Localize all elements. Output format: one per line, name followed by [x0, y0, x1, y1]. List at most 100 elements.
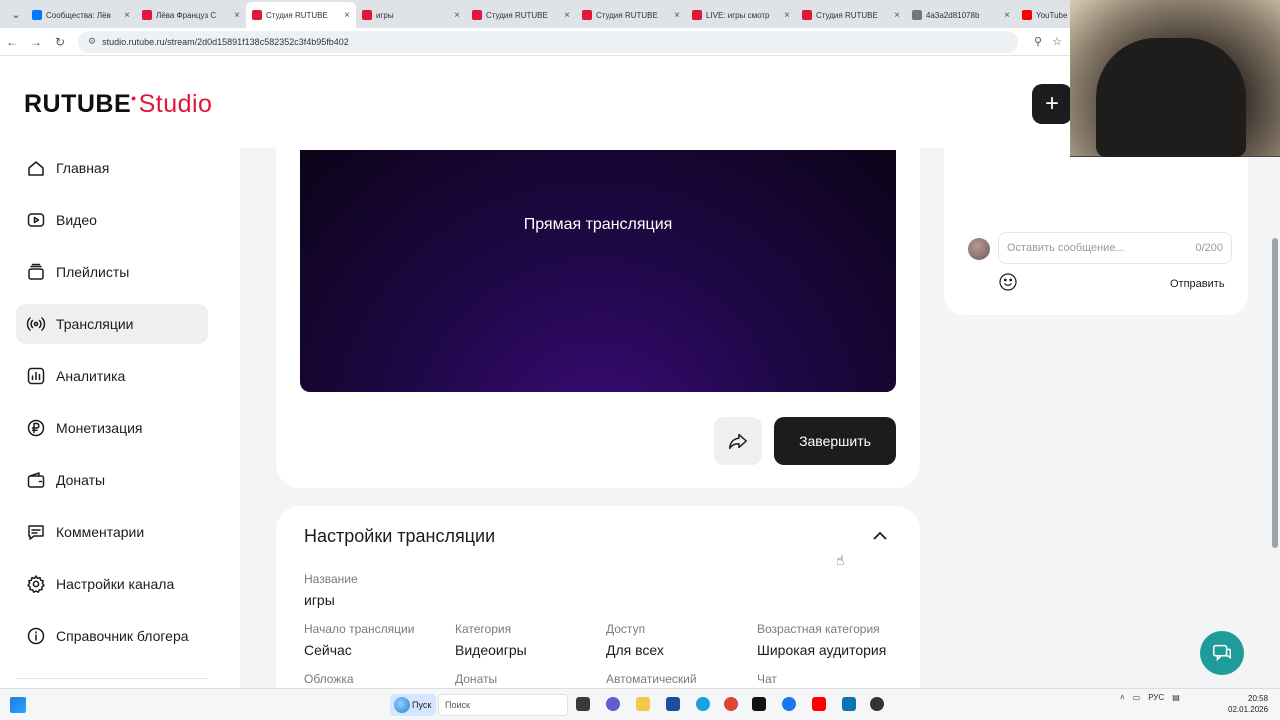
chat-message-input[interactable]: Оставить сообщение... 0/200: [998, 232, 1232, 264]
taskbar-search[interactable]: Поиск: [438, 694, 568, 716]
tab-close-icon[interactable]: ×: [124, 10, 130, 21]
tab-title: Сообщества: Лёв: [46, 10, 111, 20]
sidebar-item-comment[interactable]: Комментарии: [16, 512, 208, 552]
settings-field: Категория Видеоигры: [455, 622, 527, 658]
sidebar-item-analytics[interactable]: Аналитика: [16, 356, 208, 396]
facebook-icon[interactable]: [782, 697, 796, 711]
browser-tab[interactable]: Студия RUTUBE ×: [796, 2, 906, 28]
browser-tab[interactable]: Сообщества: Лёв ×: [26, 2, 136, 28]
sidebar-item-label: Видео: [56, 212, 97, 228]
field-value[interactable]: Широкая аудитория: [757, 642, 886, 658]
send-button[interactable]: Отправить: [1170, 278, 1225, 290]
zoom-icon[interactable]: ⚲: [1034, 35, 1042, 48]
create-button[interactable]: +: [1032, 84, 1072, 124]
reload-icon[interactable]: ↻: [48, 35, 72, 49]
tab-close-icon[interactable]: ×: [564, 10, 570, 21]
tray-chevron-icon[interactable]: ˄: [1120, 693, 1125, 702]
tab-favicon-icon: [692, 10, 702, 20]
browser-tab[interactable]: Студия RUTUBE ×: [576, 2, 686, 28]
tab-close-icon[interactable]: ×: [784, 10, 790, 21]
tab-favicon-icon: [912, 10, 922, 20]
store-icon[interactable]: [666, 697, 680, 711]
chevron-up-icon[interactable]: [870, 526, 890, 546]
clock-date: 02.01.2026: [1228, 705, 1269, 714]
field-label: Категория: [455, 622, 512, 636]
browser-tab[interactable]: LIVE: игры смотр ×: [686, 2, 796, 28]
bookmark-star-icon[interactable]: ☆: [1052, 35, 1062, 48]
sidebar-item-home[interactable]: Главная: [16, 148, 208, 188]
sidebar-item-video[interactable]: Видео: [16, 200, 208, 240]
edge-icon[interactable]: [696, 697, 710, 711]
forward-icon[interactable]: →: [24, 35, 48, 49]
browser-tab[interactable]: 4a3a2d81078b ×: [906, 2, 1016, 28]
rutube-studio-logo[interactable]: RUTUBE•Studio: [24, 90, 212, 119]
tab-close-icon[interactable]: ×: [344, 10, 350, 21]
sidebar-item-label: Комментарии: [56, 524, 145, 540]
address-bar[interactable]: ⚙ studio.rutube.ru/stream/2d0d15891f138c…: [78, 30, 1018, 53]
support-chat-button[interactable]: [1200, 631, 1244, 675]
site-info-icon[interactable]: ⚙: [88, 36, 96, 47]
scrollbar-thumb[interactable]: [1272, 238, 1278, 548]
browser-tab[interactable]: Студия RUTUBE ×: [246, 2, 356, 28]
home-icon: [26, 158, 46, 178]
share-button[interactable]: [714, 417, 762, 465]
app-icon[interactable]: [752, 697, 766, 711]
tab-search-icon[interactable]: ⌄: [6, 0, 26, 28]
field-value[interactable]: Для всех: [606, 642, 664, 658]
sidebar-item-broadcast[interactable]: Трансляции: [16, 304, 208, 344]
tab-close-icon[interactable]: ×: [894, 10, 900, 21]
tab-title: Студия RUTUBE: [266, 10, 328, 20]
browser-tab[interactable]: Студия RUTUBE ×: [466, 2, 576, 28]
tray-app-icon[interactable]: ▭: [1133, 693, 1141, 702]
tab-close-icon[interactable]: ×: [454, 10, 460, 21]
logo-dot: •: [131, 90, 137, 106]
sidebar-item-ruble[interactable]: Монетизация: [16, 408, 208, 448]
sidebar-item-playlist[interactable]: Плейлисты: [16, 252, 208, 292]
field-value[interactable]: Сейчас: [304, 642, 414, 658]
playlist-icon: [26, 262, 46, 282]
app-dark-icon[interactable]: [870, 697, 884, 711]
sidebar-item-wallet[interactable]: Донаты: [16, 460, 208, 500]
network-icon[interactable]: ▤: [1172, 693, 1180, 702]
tab-close-icon[interactable]: ×: [674, 10, 680, 21]
youtube-icon[interactable]: [812, 697, 826, 711]
sidebar-item-gear[interactable]: Настройки канала: [16, 564, 208, 604]
language-indicator[interactable]: РУС: [1148, 693, 1164, 702]
tab-title: Студия RUTUBE: [596, 10, 658, 20]
field-label: Возрастная категория: [757, 622, 880, 636]
field-value[interactable]: Видеоигры: [455, 642, 527, 658]
app-blue-icon[interactable]: [842, 697, 856, 711]
task-view-icon[interactable]: [576, 697, 590, 711]
field-value: игры: [304, 592, 335, 608]
tab-close-icon[interactable]: ×: [1004, 10, 1010, 21]
tab-favicon-icon: [472, 10, 482, 20]
stream-player[interactable]: Прямая трансляция: [300, 150, 896, 392]
sidebar-item-label: Плейлисты: [56, 264, 130, 280]
tab-title: Студия RUTUBE: [486, 10, 548, 20]
clock-time: 20:58: [1248, 694, 1269, 703]
teams-icon[interactable]: [606, 697, 620, 711]
start-button[interactable]: Пуск: [390, 694, 436, 716]
emoji-icon[interactable]: [998, 272, 1018, 292]
field-name: Название игры: [304, 572, 358, 608]
back-icon[interactable]: ←: [0, 35, 24, 49]
field-label: Донаты: [455, 672, 498, 686]
system-tray: ˄ ▭ РУС ▤: [1120, 693, 1180, 702]
tab-close-icon[interactable]: ×: [234, 10, 240, 21]
sidebar-item-label: Справочник блогера: [56, 628, 189, 644]
finish-stream-button[interactable]: Завершить: [774, 417, 896, 465]
tab-favicon-icon: [1022, 10, 1032, 20]
sidebar-item-info[interactable]: Справочник блогера: [16, 616, 208, 656]
webcam-person: [1096, 38, 1246, 157]
comment-icon: [26, 522, 46, 542]
browser-tab[interactable]: игры ×: [356, 2, 466, 28]
windows-logo-icon[interactable]: [10, 696, 26, 713]
taskbar-clock[interactable]: 20:58 02.01.2026: [1228, 693, 1268, 715]
sidebar: Главная Видео Плейлисты Трансляции Аналитика…: [0, 148, 240, 688]
support-chat-icon: [1213, 644, 1231, 662]
sidebar-divider: [16, 678, 208, 679]
browser-tab[interactable]: Лёва Француз С ×: [136, 2, 246, 28]
field-label: Обложка: [304, 672, 354, 686]
file-explorer-icon[interactable]: [636, 697, 650, 711]
chrome-icon[interactable]: [724, 697, 738, 711]
